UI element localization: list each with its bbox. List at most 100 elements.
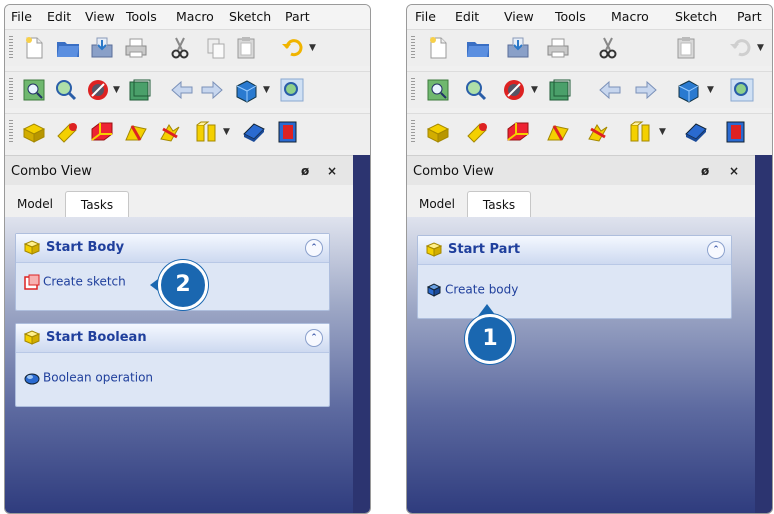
tab-tasks[interactable]: Tasks (65, 191, 129, 218)
new-document-icon[interactable] (425, 35, 451, 61)
menu-sketch[interactable]: Sketch (229, 9, 271, 24)
start-part-box: Start Part ⌃ Create body (417, 235, 732, 319)
sphere-icon[interactable] (89, 119, 115, 145)
toolbar-handle[interactable] (411, 120, 415, 144)
menu-tools[interactable]: Tools (555, 9, 586, 24)
start-body-header[interactable]: Start Body ⌃ (16, 234, 329, 263)
toolbar-handle[interactable] (9, 78, 13, 102)
standard-view-dropdown-icon[interactable]: ▼ (707, 85, 714, 95)
extrude-icon[interactable] (241, 119, 267, 145)
paste-icon[interactable] (673, 35, 699, 61)
save-icon[interactable] (505, 35, 531, 61)
tab-model[interactable]: Model (11, 191, 59, 217)
start-boolean-header[interactable]: Start Boolean ⌃ (16, 324, 329, 353)
toolbar-handle[interactable] (9, 120, 13, 144)
menu-file[interactable]: File (415, 9, 436, 24)
float-panel-icon[interactable]: ø (701, 164, 709, 178)
menu-part[interactable]: Part (737, 9, 762, 24)
primitives-icon[interactable] (193, 119, 219, 145)
zoom-icon[interactable] (463, 77, 489, 103)
standard-view-icon[interactable] (233, 77, 259, 103)
close-panel-icon[interactable]: × (327, 164, 337, 178)
menu-bar: File Edit View Tools Macro Sketch Part (407, 5, 772, 29)
part-cube-icon (24, 330, 40, 345)
boolean-operation-label: Boolean operation (43, 370, 154, 385)
create-sketch-link[interactable]: Create sketch (24, 274, 126, 290)
back-arrow-icon[interactable] (597, 77, 623, 103)
zoom-icon[interactable] (53, 77, 79, 103)
torus-icon[interactable] (585, 119, 611, 145)
bounding-box-icon[interactable] (547, 77, 573, 103)
paste-icon[interactable] (233, 35, 259, 61)
toolbar-handle[interactable] (411, 36, 415, 60)
collapse-icon[interactable]: ⌃ (305, 329, 323, 347)
save-icon[interactable] (89, 35, 115, 61)
zoom-in-icon[interactable] (729, 77, 755, 103)
start-body-label: Start Body (46, 240, 125, 255)
print-icon[interactable] (123, 35, 149, 61)
collapse-icon[interactable]: ⌃ (707, 241, 725, 259)
back-arrow-icon[interactable] (169, 77, 195, 103)
undo-dropdown-icon[interactable]: ▼ (757, 43, 764, 53)
toolbar-handle[interactable] (9, 36, 13, 60)
cut-icon[interactable] (595, 35, 621, 61)
revolve-icon[interactable] (723, 119, 749, 145)
cylinder-icon[interactable] (465, 119, 491, 145)
menu-view[interactable]: View (85, 9, 115, 24)
open-folder-icon[interactable] (55, 35, 81, 61)
undo-icon[interactable] (279, 35, 305, 61)
bounding-box-icon[interactable] (127, 77, 153, 103)
open-folder-icon[interactable] (465, 35, 491, 61)
undo-icon[interactable] (727, 35, 753, 61)
menu-file[interactable]: File (11, 9, 32, 24)
fit-all-icon[interactable] (21, 77, 47, 103)
body-icon (426, 283, 442, 297)
new-document-icon[interactable] (21, 35, 47, 61)
draw-style-dropdown-icon[interactable]: ▼ (113, 85, 120, 95)
menu-macro[interactable]: Macro (176, 9, 214, 24)
standard-view-dropdown-icon[interactable]: ▼ (263, 85, 270, 95)
cut-icon[interactable] (167, 35, 193, 61)
cylinder-icon[interactable] (55, 119, 81, 145)
close-panel-icon[interactable]: × (729, 164, 739, 178)
forward-arrow-icon[interactable] (633, 77, 659, 103)
sphere-icon[interactable] (505, 119, 531, 145)
standard-view-icon[interactable] (675, 77, 701, 103)
fit-all-icon[interactable] (425, 77, 451, 103)
print-icon[interactable] (545, 35, 571, 61)
tab-model[interactable]: Model (413, 191, 461, 217)
tab-tasks[interactable]: Tasks (467, 191, 531, 218)
menu-edit[interactable]: Edit (455, 9, 479, 24)
cone-icon[interactable] (123, 119, 149, 145)
float-panel-icon[interactable]: ø (301, 164, 309, 178)
cone-icon[interactable] (545, 119, 571, 145)
menu-part[interactable]: Part (285, 9, 310, 24)
boolean-operation-link[interactable]: Boolean operation (24, 370, 153, 386)
draw-style-icon[interactable] (85, 77, 111, 103)
menu-tools[interactable]: Tools (126, 9, 157, 24)
undo-dropdown-icon[interactable]: ▼ (309, 43, 316, 53)
collapse-icon[interactable]: ⌃ (305, 239, 323, 257)
menu-sketch[interactable]: Sketch (675, 9, 717, 24)
menu-view[interactable]: View (504, 9, 534, 24)
torus-icon[interactable] (157, 119, 183, 145)
primitives-dropdown-icon[interactable]: ▼ (659, 127, 666, 137)
zoom-in-icon[interactable] (279, 77, 305, 103)
view-toolbar: ▼ ▼ (407, 71, 772, 108)
revolve-icon[interactable] (275, 119, 301, 145)
menu-edit[interactable]: Edit (47, 9, 71, 24)
copy-icon[interactable] (203, 35, 229, 61)
box-icon[interactable] (425, 119, 451, 145)
combo-view-header: Combo View ø × (5, 155, 370, 186)
forward-arrow-icon[interactable] (199, 77, 225, 103)
box-icon[interactable] (21, 119, 47, 145)
primitives-icon[interactable] (627, 119, 653, 145)
primitives-dropdown-icon[interactable]: ▼ (223, 127, 230, 137)
toolbar-handle[interactable] (411, 78, 415, 102)
create-body-link[interactable]: Create body (426, 282, 518, 298)
draw-style-icon[interactable] (501, 77, 527, 103)
extrude-icon[interactable] (683, 119, 709, 145)
menu-macro[interactable]: Macro (611, 9, 649, 24)
start-part-header[interactable]: Start Part ⌃ (418, 236, 731, 265)
draw-style-dropdown-icon[interactable]: ▼ (531, 85, 538, 95)
